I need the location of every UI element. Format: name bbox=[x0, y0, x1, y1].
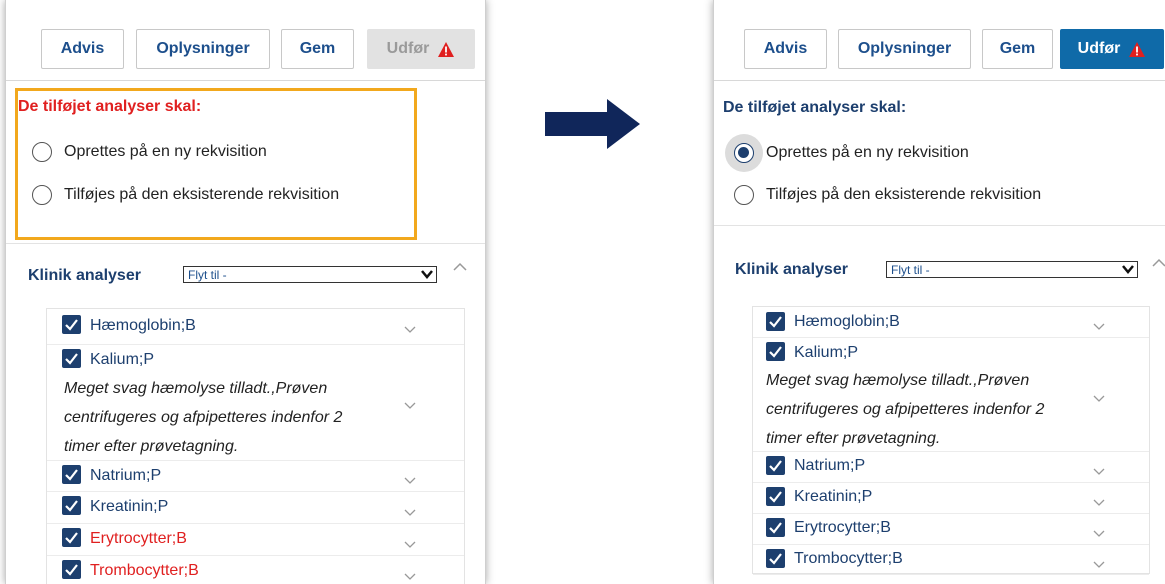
analysis-label: Erytrocytter;B bbox=[794, 519, 891, 536]
checkbox-checked[interactable] bbox=[766, 487, 785, 506]
list-item[interactable]: Kreatinin;P bbox=[47, 491, 464, 524]
chevron-down-icon[interactable] bbox=[404, 541, 416, 549]
analyses-list: Hæmoglobin;B Kalium;P Meget svag hæmolys… bbox=[752, 306, 1150, 575]
checkbox-checked[interactable] bbox=[766, 342, 785, 361]
chevron-down-icon bbox=[1122, 265, 1134, 274]
chevron-down-icon[interactable] bbox=[1093, 323, 1105, 331]
oplysninger-button[interactable]: Oplysninger bbox=[838, 29, 971, 69]
clinic-analyses-title: Klinik analyser bbox=[28, 267, 141, 284]
list-item[interactable]: Trombocytter;B bbox=[753, 544, 1149, 575]
analysis-label: Kalium;P bbox=[794, 344, 859, 361]
oplysninger-button[interactable]: Oplysninger bbox=[136, 29, 270, 69]
list-item[interactable]: Hæmoglobin;B bbox=[47, 309, 464, 345]
toolbar: Advis Oplysninger Gem Udfør bbox=[714, 0, 1165, 81]
radio-option-new[interactable]: Oprettes på en ny rekvisition bbox=[734, 143, 969, 163]
list-item[interactable]: Hæmoglobin;B bbox=[753, 307, 1149, 338]
divider bbox=[714, 225, 1165, 226]
radio-button[interactable] bbox=[734, 185, 754, 205]
chevron-down-icon[interactable] bbox=[404, 326, 416, 334]
clinic-analyses-title: Klinik analyser bbox=[735, 261, 848, 278]
panel-before: Advis Oplysninger Gem Udfør De tilføjet … bbox=[5, 0, 486, 584]
chevron-down-icon[interactable] bbox=[404, 509, 416, 517]
divider bbox=[6, 243, 485, 244]
chevron-down-icon[interactable] bbox=[404, 402, 416, 410]
analysis-label: Kreatinin;P bbox=[794, 488, 873, 505]
arrow-right-icon bbox=[545, 99, 640, 149]
checkbox-checked[interactable] bbox=[766, 518, 785, 537]
analysis-label: Natrium;P bbox=[90, 467, 162, 484]
list-item[interactable]: Erytrocytter;B bbox=[753, 513, 1149, 545]
list-item[interactable]: Natrium;P bbox=[47, 460, 464, 492]
collapse-chevron-icon[interactable] bbox=[1152, 258, 1165, 268]
move-to-select[interactable]: Flyt til - bbox=[886, 261, 1138, 278]
panel-after: Advis Oplysninger Gem Udfør De tilføjet … bbox=[713, 0, 1165, 584]
gem-button[interactable]: Gem bbox=[281, 29, 354, 69]
section-title: De tilføjet analyser skal: bbox=[723, 99, 907, 116]
checkbox-checked[interactable] bbox=[62, 349, 81, 368]
collapse-chevron-icon[interactable] bbox=[453, 262, 467, 272]
checkbox-checked[interactable] bbox=[62, 315, 81, 334]
chevron-down-icon bbox=[421, 270, 433, 279]
list-item[interactable]: Natrium;P bbox=[753, 451, 1149, 483]
chevron-down-icon[interactable] bbox=[1093, 499, 1105, 507]
chevron-down-icon[interactable] bbox=[1093, 395, 1105, 403]
chevron-down-icon[interactable] bbox=[404, 477, 416, 485]
list-item[interactable]: Trombocytter;B bbox=[47, 555, 464, 584]
checkbox-checked[interactable] bbox=[766, 549, 785, 568]
analysis-label: Erytrocytter;B bbox=[90, 530, 187, 547]
radio-button-selected[interactable] bbox=[734, 143, 754, 163]
list-item[interactable]: Erytrocytter;B bbox=[47, 523, 464, 556]
radio-option-existing[interactable]: Tilføjes på den eksisterende rekvisition bbox=[734, 185, 1041, 205]
udfor-button[interactable]: Udfør bbox=[367, 29, 475, 69]
analysis-label: Hæmoglobin;B bbox=[794, 313, 900, 330]
warning-icon bbox=[1129, 41, 1146, 57]
gem-button[interactable]: Gem bbox=[982, 29, 1053, 69]
chevron-down-icon[interactable] bbox=[1093, 561, 1105, 569]
analysis-label: Natrium;P bbox=[794, 457, 866, 474]
analysis-note: Meget svag hæmolyse tilladt.,Prøven cent… bbox=[766, 372, 1045, 447]
chevron-down-icon[interactable] bbox=[404, 573, 416, 581]
checkbox-checked[interactable] bbox=[62, 528, 81, 547]
advis-button[interactable]: Advis bbox=[41, 29, 124, 69]
move-to-select[interactable]: Flyt til - bbox=[183, 266, 437, 283]
checkbox-checked[interactable] bbox=[766, 312, 785, 331]
advis-button[interactable]: Advis bbox=[744, 29, 827, 69]
highlight-box bbox=[15, 88, 417, 240]
analysis-label: Kalium;P bbox=[90, 351, 155, 368]
chevron-down-icon[interactable] bbox=[1093, 530, 1105, 538]
analysis-note: Meget svag hæmolyse tilladt.,Prøven cent… bbox=[64, 380, 343, 455]
checkbox-checked[interactable] bbox=[62, 496, 81, 515]
list-item[interactable]: Kreatinin;P bbox=[753, 482, 1149, 514]
analyses-list: Hæmoglobin;B Kalium;P Meget svag hæmolys… bbox=[46, 308, 465, 584]
analysis-label: Hæmoglobin;B bbox=[90, 317, 196, 334]
checkbox-checked[interactable] bbox=[62, 465, 81, 484]
list-item[interactable]: Kalium;P Meget svag hæmolyse tilladt.,Pr… bbox=[47, 344, 464, 461]
udfor-button[interactable]: Udfør bbox=[1060, 29, 1164, 69]
analysis-label: Trombocytter;B bbox=[794, 550, 903, 567]
list-item[interactable]: Kalium;P Meget svag hæmolyse tilladt.,Pr… bbox=[753, 337, 1149, 452]
chevron-down-icon[interactable] bbox=[1093, 468, 1105, 476]
toolbar: Advis Oplysninger Gem Udfør bbox=[6, 0, 485, 81]
warning-icon bbox=[438, 41, 455, 57]
analysis-label: Trombocytter;B bbox=[90, 562, 199, 579]
analysis-label: Kreatinin;P bbox=[90, 498, 169, 515]
checkbox-checked[interactable] bbox=[62, 560, 81, 579]
checkbox-checked[interactable] bbox=[766, 456, 785, 475]
